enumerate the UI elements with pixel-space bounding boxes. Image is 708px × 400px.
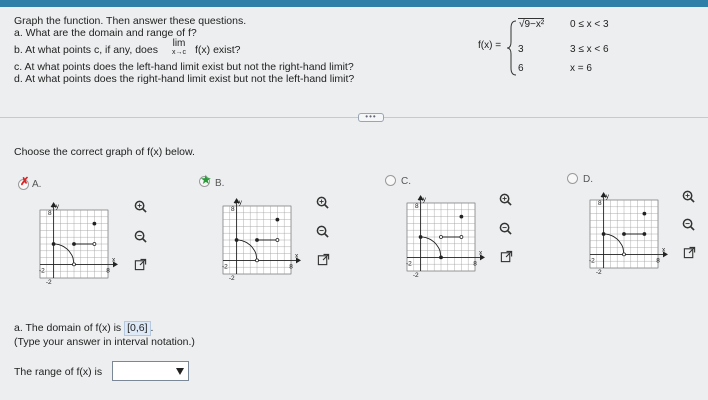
more-button[interactable]: ••• (358, 113, 384, 122)
external-link-icon[interactable] (683, 246, 696, 259)
x-axis-label: x (479, 249, 483, 256)
x-axis-label: x (112, 256, 116, 263)
option-c-label: C. (401, 176, 411, 187)
closed-point (601, 232, 606, 236)
option-d-graph: Ayx8-2-2 8 (589, 192, 668, 276)
zoom-out-icon[interactable] (682, 218, 695, 231)
option-a-graph: Ayx8-2-2 8 (39, 202, 118, 286)
question-d: d. At what points does the right-hand li… (14, 73, 355, 85)
piece-condition-3: x = 6 (570, 63, 592, 74)
zoom-in-icon[interactable] (682, 190, 695, 203)
open-point (275, 238, 280, 242)
y-tick-bottom: -2 (46, 279, 52, 286)
closed-point (92, 221, 97, 226)
x-tick-right: 8 (656, 257, 660, 264)
zoom-in-icon[interactable] (316, 196, 329, 209)
y-tick-top: 8 (598, 200, 602, 207)
section-divider (0, 117, 708, 118)
y-tick-bottom: -2 (596, 269, 602, 276)
x-tick-right: 8 (289, 263, 293, 270)
y-tick-top: 8 (415, 203, 419, 210)
closed-point (418, 235, 423, 239)
question-b: b. At what points c, if any, does lim x→… (14, 39, 354, 61)
x-tick-right: 8 (473, 260, 477, 267)
closed-point (642, 232, 647, 236)
zoom-out-icon[interactable] (134, 230, 147, 243)
closed-point (642, 211, 647, 216)
limit-notation: lim x→c (172, 39, 186, 57)
question-c: c. At what points does the left-hand lim… (14, 61, 354, 73)
y-tick-bottom: -2 (229, 275, 235, 282)
choose-prompt: Choose the correct graph of f(x) below. (14, 146, 195, 158)
open-point (439, 235, 443, 239)
x-tick-left: -2 (406, 260, 412, 267)
closed-point (51, 242, 56, 246)
question-b-tail: f(x) exist? (195, 44, 241, 56)
zoom-out-icon[interactable] (499, 222, 512, 235)
open-point (72, 262, 76, 267)
limit-subscript: x→c (172, 49, 186, 56)
domain-answer[interactable]: [0,6] (124, 321, 151, 336)
open-point (459, 235, 464, 239)
option-c-graph: Ayx8-2-2 8 (406, 195, 485, 279)
closed-point (622, 232, 626, 236)
external-link-icon[interactable] (317, 253, 330, 266)
x-tick-left: -2 (222, 263, 228, 270)
limit-lim: lim (172, 38, 186, 49)
question-text: Graph the function. Then answer these qu… (14, 15, 354, 85)
question-b-text: b. At what points c, if any, does (14, 44, 158, 56)
x-axis-label: x (662, 246, 666, 253)
closed-point (459, 214, 464, 219)
piece-condition-1: 0 ≤ x < 3 (570, 19, 609, 30)
zoom-in-icon[interactable] (134, 200, 147, 213)
external-link-icon[interactable] (134, 258, 147, 271)
zoom-out-icon[interactable] (316, 225, 329, 238)
question-intro: Graph the function. Then answer these qu… (14, 15, 247, 27)
option-c-radio[interactable] (385, 175, 396, 186)
y-axis-label: Ay (52, 203, 60, 210)
option-b-label: B. (215, 178, 225, 189)
open-point (622, 252, 626, 257)
option-a-label: A. (32, 179, 42, 190)
correct-star-icon: ★ (200, 172, 212, 187)
y-axis-label: Ay (235, 199, 243, 206)
open-point (92, 242, 97, 246)
x-axis-label: x (295, 252, 299, 259)
piece-value-1: √9−x² (518, 18, 545, 30)
option-d-label: D. (583, 174, 593, 185)
external-link-icon[interactable] (500, 250, 513, 263)
wrong-marker-icon: ✗ (20, 176, 30, 188)
interval-hint: (Type your answer in interval notation.) (14, 336, 195, 348)
piece-value-2: 3 (518, 44, 524, 55)
piece-value-3: 6 (518, 63, 524, 74)
domain-prefix: a. The domain of f(x) is (14, 322, 122, 334)
y-tick-top: 8 (48, 210, 52, 217)
range-label: The range of f(x) is (14, 366, 103, 378)
option-d-radio[interactable] (567, 173, 578, 184)
zoom-in-icon[interactable] (499, 193, 512, 206)
range-dropdown[interactable] (112, 361, 189, 381)
closed-point (255, 238, 259, 242)
domain-line: a. The domain of f(x) is [0,6]. (14, 321, 195, 336)
closed-point (72, 242, 76, 246)
closed-point (439, 255, 443, 260)
y-axis-label: Ay (419, 196, 427, 203)
answer-section: a. The domain of f(x) is [0,6]. (Type yo… (14, 321, 195, 349)
domain-suffix: . (150, 322, 154, 334)
dropdown-arrow-icon (176, 368, 184, 375)
closed-point (234, 238, 239, 242)
function-label: f(x) = (478, 40, 502, 51)
y-tick-bottom: -2 (413, 272, 419, 279)
x-tick-left: -2 (589, 257, 595, 264)
brace-icon (507, 20, 517, 76)
y-tick-top: 8 (231, 206, 235, 213)
closed-point (275, 217, 280, 222)
x-tick-right: 8 (106, 267, 110, 274)
piece-condition-2: 3 ≤ x < 6 (570, 44, 609, 55)
top-accent-bar (0, 0, 708, 7)
option-b-graph: Ayx8-2-2 8 (222, 198, 301, 282)
open-point (255, 258, 259, 263)
y-axis-label: Ay (602, 193, 610, 200)
x-tick-left: -2 (39, 267, 45, 274)
